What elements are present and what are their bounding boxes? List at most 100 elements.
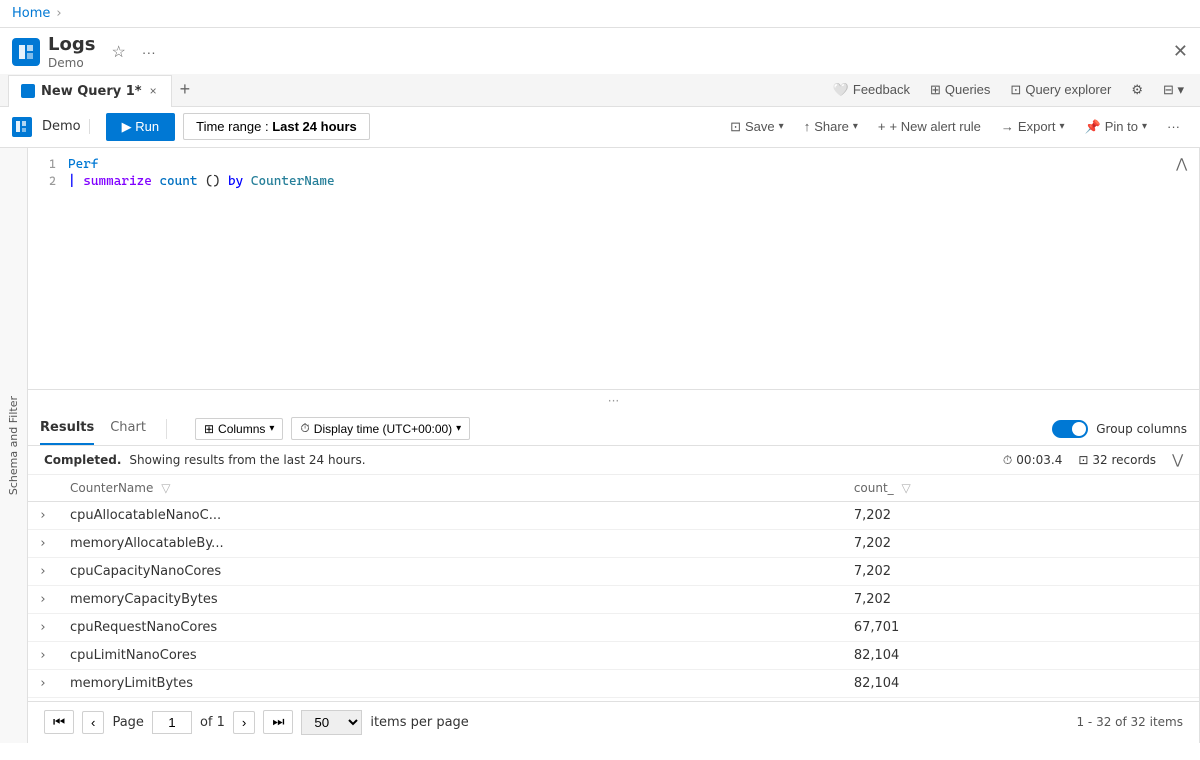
record-count-badge: ⊡ 32 records [1078,453,1156,467]
app-icon [12,38,40,66]
counter-name-header[interactable]: CounterName ▽ [58,475,842,502]
tab-results[interactable]: Results [40,412,94,445]
line-content-2: | summarize count () by CounterName [68,174,1199,189]
editor-section: 1 Perf 2 | summarize count () by Counter… [28,148,1200,743]
table-header-row: CounterName ▽ count_ ▽ [28,475,1199,502]
query-toolbar: Demo ▶ Run Time range : Last 24 hours ⊡ … [0,107,1200,148]
count-cell: 7,202 [842,586,1199,614]
clock-icon: ⏱ [300,421,309,436]
expand-dots: ··· [608,394,619,408]
counter-name-cell: cpuRequestNanoCores [58,614,842,642]
more-options-button[interactable]: ··· [138,42,160,62]
breadcrumb-home[interactable]: Home [12,6,50,21]
table-row: › memoryCapacityBytes 7,202 [28,586,1199,614]
expand-area[interactable]: ··· [28,390,1199,412]
active-tab[interactable]: New Query 1* × [8,75,172,107]
status-completed: Completed. [44,453,121,467]
row-expand[interactable]: › [28,586,58,614]
page-input[interactable] [152,711,192,734]
sidebar-toggle[interactable]: Schema and Filter [0,148,28,743]
line-number-1: 1 [28,157,68,171]
count-header[interactable]: count_ ▽ [842,475,1199,502]
close-window-button[interactable]: ✕ [1173,41,1188,62]
table-row: › cpuAllocatableNanoC... 7,202 [28,502,1199,530]
data-table-container: CounterName ▽ count_ ▽ › cpuAllocatableN… [28,475,1199,701]
sidebar-label: Schema and Filter [7,396,20,495]
table-row: › cpuCapacityNanoCores 7,202 [28,558,1199,586]
pin-to-button[interactable]: 📌 Pin to ▾ [1077,114,1155,140]
title-bar: Logs Demo ☆ ··· ✕ [0,28,1200,74]
save-button[interactable]: ⊡ Save ▾ [722,114,792,140]
filter-icon-counter[interactable]: ▽ [161,481,170,495]
time-range-button[interactable]: Time range : Last 24 hours [183,113,370,140]
next-page-button[interactable]: › [233,711,255,734]
table-row: › memoryAllocatableBy... 7,202 [28,530,1199,558]
export-button[interactable]: → Export ▾ [993,114,1073,139]
query-explorer-button[interactable]: ⊡ Query explorer [1002,78,1119,102]
pagination: ⏮ ‹ Page of 1 › ⏭ 50 100 200 items per p… [28,701,1199,743]
count-cell: 7,202 [842,530,1199,558]
group-columns: Group columns [1052,420,1187,438]
new-alert-button[interactable]: + + New alert rule [870,114,989,139]
title-text: Logs Demo [48,34,95,70]
timer-icon: ⏱ [1003,453,1012,468]
filter-icon-count[interactable]: ▽ [902,481,911,495]
page-title: Logs [48,34,95,56]
first-page-button[interactable]: ⏮ [44,710,74,734]
grid-icon: ⊞ [930,82,941,98]
table-row: › cpuLimitNanoCores 82,104 [28,642,1199,670]
toolbar-actions: ⊡ Save ▾ ↑ Share ▾ + + New alert rule → … [722,114,1188,140]
time-range-prefix: Time range : [196,119,272,134]
prev-page-button[interactable]: ‹ [82,711,104,734]
columns-chevron-icon: ▾ [269,423,274,434]
editor-line-2: 2 | summarize count () by CounterName [28,173,1199,190]
record-count: 32 records [1092,453,1156,467]
count-cell: 67,701 [842,614,1199,642]
count-cell: 7,202 [842,558,1199,586]
row-expand[interactable]: › [28,502,58,530]
main-layout: Schema and Filter 1 Perf 2 | summarize c… [0,148,1200,743]
tab-bar: New Query 1* × + 🤍 Feedback ⊞ Queries ⊡ … [0,74,1200,107]
more-toolbar-button[interactable]: ··· [1159,114,1188,139]
layout-button[interactable]: ⊟ ▾ [1155,78,1192,102]
star-button[interactable]: ☆ [107,40,129,64]
pin-chevron-icon: ▾ [1142,121,1147,132]
title-actions: ☆ ··· [107,40,159,64]
tab-chart[interactable]: Chart [110,412,146,445]
results-tabs: Results Chart ⊞ Columns ▾ ⏱ Display time… [28,412,1199,446]
display-time-button[interactable]: ⏱ Display time (UTC+00:00) ▾ [291,417,470,440]
line-number-2: 2 [28,174,68,188]
last-page-button[interactable]: ⏭ [263,710,293,734]
breadcrumb-sep: › [56,6,61,21]
row-expand[interactable]: › [28,558,58,586]
line-content-1: Perf [68,157,1199,172]
tab-icon [21,84,35,98]
code-editor[interactable]: 1 Perf 2 | summarize count () by Counter… [28,148,1199,391]
queries-button[interactable]: ⊞ Queries [922,78,998,102]
export-icon: → [1001,119,1014,134]
collapse-editor-button[interactable]: ⋀ [1176,156,1187,172]
counter-name-cell: cpuLimitNanoCores [58,642,842,670]
page-size-select[interactable]: 50 100 200 [301,710,362,735]
count-cell: 7,202 [842,502,1199,530]
row-expand[interactable]: › [28,642,58,670]
run-button[interactable]: ▶ Run [106,113,175,141]
columns-icon: ⊞ [204,422,214,436]
add-tab-button[interactable]: + [172,75,199,104]
group-columns-toggle[interactable] [1052,420,1088,438]
row-expand[interactable]: › [28,530,58,558]
columns-button[interactable]: ⊞ Columns ▾ [195,418,283,440]
data-table: CounterName ▽ count_ ▽ › cpuAllocatableN… [28,475,1199,701]
execution-time: 00:03.4 [1016,453,1062,467]
expand-results-button[interactable]: ⋁ [1172,452,1183,468]
row-expand[interactable]: › [28,614,58,642]
execution-time-badge: ⏱ 00:03.4 [1003,453,1062,468]
close-tab-button[interactable]: × [148,84,159,98]
feedback-button[interactable]: 🤍 Feedback [825,78,918,102]
row-expand[interactable]: › [28,670,58,698]
status-detail: Showing results from the last 24 hours. [129,453,365,467]
tab-divider [166,419,167,439]
share-button[interactable]: ↑ Share ▾ [796,114,866,139]
results-toolbar: ⊞ Columns ▾ ⏱ Display time (UTC+00:00) ▾ [195,417,470,440]
settings-button[interactable]: ⚙ [1123,78,1151,102]
